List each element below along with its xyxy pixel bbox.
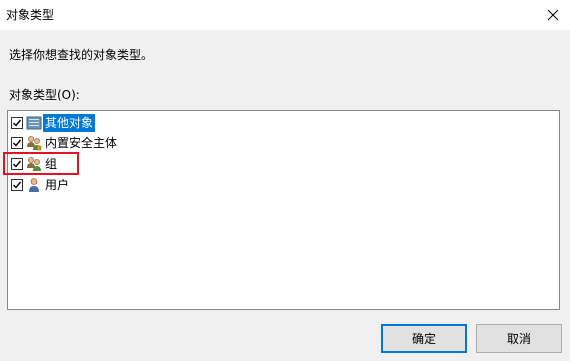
object-types-label: 对象类型(O): <box>9 88 80 102</box>
title-bar: 对象类型 <box>0 0 570 30</box>
cancel-button[interactable]: 取消 <box>476 324 562 353</box>
checkbox-user[interactable] <box>11 179 23 191</box>
list-item-user[interactable]: 用户 <box>11 175 71 195</box>
item-label-user: 用户 <box>45 178 70 192</box>
object-types-listbox[interactable]: 其他对象 内置安全主体 组 用户 <box>7 110 560 310</box>
group-icon <box>26 156 42 172</box>
list-item-builtin-security-principal[interactable]: 内置安全主体 <box>11 133 119 153</box>
checkbox-builtin-security-principal[interactable] <box>11 137 23 149</box>
close-button[interactable] <box>536 0 570 30</box>
object-types-dialog: 对象类型 选择你想查找的对象类型。 对象类型(O): 其他对象 内置安全主体 组… <box>0 0 570 361</box>
security-principal-icon <box>26 135 42 151</box>
user-icon <box>26 177 42 193</box>
window-title: 对象类型 <box>6 8 55 22</box>
item-label-other-objects: 其他对象 <box>43 114 96 132</box>
close-icon <box>547 9 559 21</box>
item-label-group: 组 <box>45 157 58 171</box>
list-item-group[interactable]: 组 <box>11 154 59 174</box>
checkbox-group[interactable] <box>11 158 23 170</box>
ok-button[interactable]: 确定 <box>381 324 467 353</box>
folder-icon <box>26 115 42 131</box>
item-label-builtin-security-principal: 内置安全主体 <box>45 136 118 150</box>
checkbox-other-objects[interactable] <box>11 117 23 129</box>
instruction-text: 选择你想查找的对象类型。 <box>9 48 154 62</box>
list-item-other-objects[interactable]: 其他对象 <box>11 113 96 133</box>
